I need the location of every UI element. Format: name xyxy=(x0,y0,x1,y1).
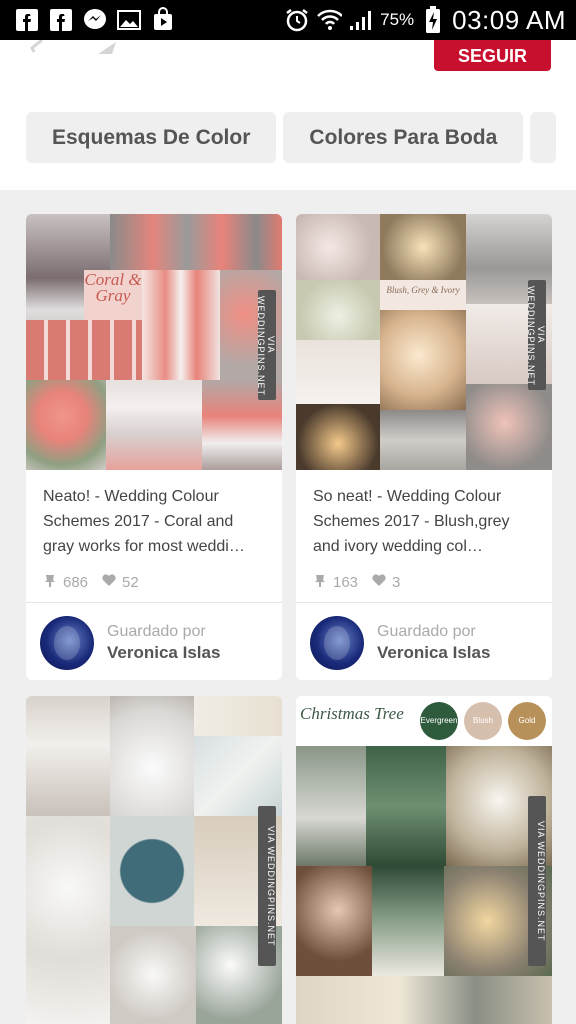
status-bar: 75% 03:09 AM xyxy=(0,0,576,40)
alarm-icon xyxy=(284,7,310,33)
topic-chip[interactable]: Esquemas De Color xyxy=(26,112,277,163)
coral-gray-label: Coral & Gray xyxy=(84,270,142,320)
store-icon xyxy=(150,7,176,33)
pin-stats: 686 52 xyxy=(26,562,282,602)
repin-count: 163 xyxy=(333,573,359,591)
pin-card[interactable]: Coral & Gray VIA WEDDINGPINS.NET Neato! … xyxy=(26,214,282,680)
pin-card[interactable]: Christmas Tree Evergreen Blush Gold VIA … xyxy=(296,696,552,1024)
battery-charging-icon xyxy=(420,6,446,33)
board-header: SEGUIR Esquemas De Color Colores Para Bo… xyxy=(0,38,576,190)
saved-by-row[interactable]: Guardado por Veronica Islas xyxy=(26,603,282,680)
pin-description: Neato! - Wedding Colour Schemes 2017 - C… xyxy=(43,488,245,555)
pin-grid: Coral & Gray VIA WEDDINGPINS.NET Neato! … xyxy=(0,190,576,1024)
repin-icon xyxy=(313,573,327,591)
swatch-gold: Gold xyxy=(508,702,546,740)
pin-image[interactable]: Blush, Grey & Ivory VIA WEDDINGPINS.NET xyxy=(296,214,552,470)
pin-image[interactable]: VIA WEDDINGPINS.NET xyxy=(26,696,282,1024)
saved-by-label: Guardado por xyxy=(107,623,206,640)
wifi-icon xyxy=(316,7,343,33)
signal-icon xyxy=(348,7,374,33)
send-icon[interactable] xyxy=(96,40,128,61)
swatch-evergreen: Evergreen xyxy=(420,702,458,740)
saved-by-row[interactable]: Guardado por Veronica Islas xyxy=(296,603,552,680)
pin-card[interactable]: Blush, Grey & Ivory VIA WEDDINGPINS.NET … xyxy=(296,214,552,680)
swatch-blush: Blush xyxy=(464,702,502,740)
saved-by-label: Guardado por xyxy=(377,623,476,640)
watermark: VIA WEDDINGPINS.NET xyxy=(528,796,546,966)
blush-grey-ivory-label: Blush, Grey & Ivory xyxy=(380,280,466,310)
topic-chip[interactable]: Colores Para Boda xyxy=(283,112,524,163)
pin-image[interactable]: Coral & Gray VIA WEDDINGPINS.NET xyxy=(26,214,282,470)
follow-button[interactable]: SEGUIR xyxy=(434,40,551,71)
saver-name[interactable]: Veronica Islas xyxy=(107,643,220,663)
messenger-icon xyxy=(82,7,108,33)
like-count: 52 xyxy=(122,573,139,591)
pin-stats: 163 3 xyxy=(296,562,552,602)
clock: 03:09 AM xyxy=(452,4,566,35)
board-title-overlay: Christmas Tree xyxy=(300,704,404,723)
avatar[interactable] xyxy=(40,616,94,670)
pin-description: So neat! - Wedding Colour Schemes 2017 -… xyxy=(313,488,510,555)
repin-count: 686 xyxy=(63,573,89,591)
pin-image[interactable]: Christmas Tree Evergreen Blush Gold VIA … xyxy=(296,696,552,1024)
watermark: VIA WEDDINGPINS.NET xyxy=(256,290,276,400)
topic-chip[interactable] xyxy=(530,112,557,163)
heart-icon xyxy=(102,573,116,591)
facebook-icon xyxy=(14,7,40,33)
like-count: 3 xyxy=(392,573,401,591)
gallery-icon xyxy=(116,7,142,33)
related-topics: Esquemas De Color Colores Para Boda xyxy=(26,112,557,163)
pin-card[interactable]: VIA WEDDINGPINS.NET xyxy=(26,696,282,1024)
watermark: VIA WEDDINGPINS.NET xyxy=(258,806,276,966)
avatar[interactable] xyxy=(310,616,364,670)
saver-name[interactable]: Veronica Islas xyxy=(377,643,490,663)
battery-percent: 75% xyxy=(380,10,415,29)
watermark: VIA WEDDINGPINS.NET xyxy=(526,280,546,390)
facebook-icon xyxy=(48,7,74,33)
back-icon[interactable] xyxy=(26,38,48,61)
repin-icon xyxy=(43,573,57,591)
heart-icon xyxy=(372,573,386,591)
